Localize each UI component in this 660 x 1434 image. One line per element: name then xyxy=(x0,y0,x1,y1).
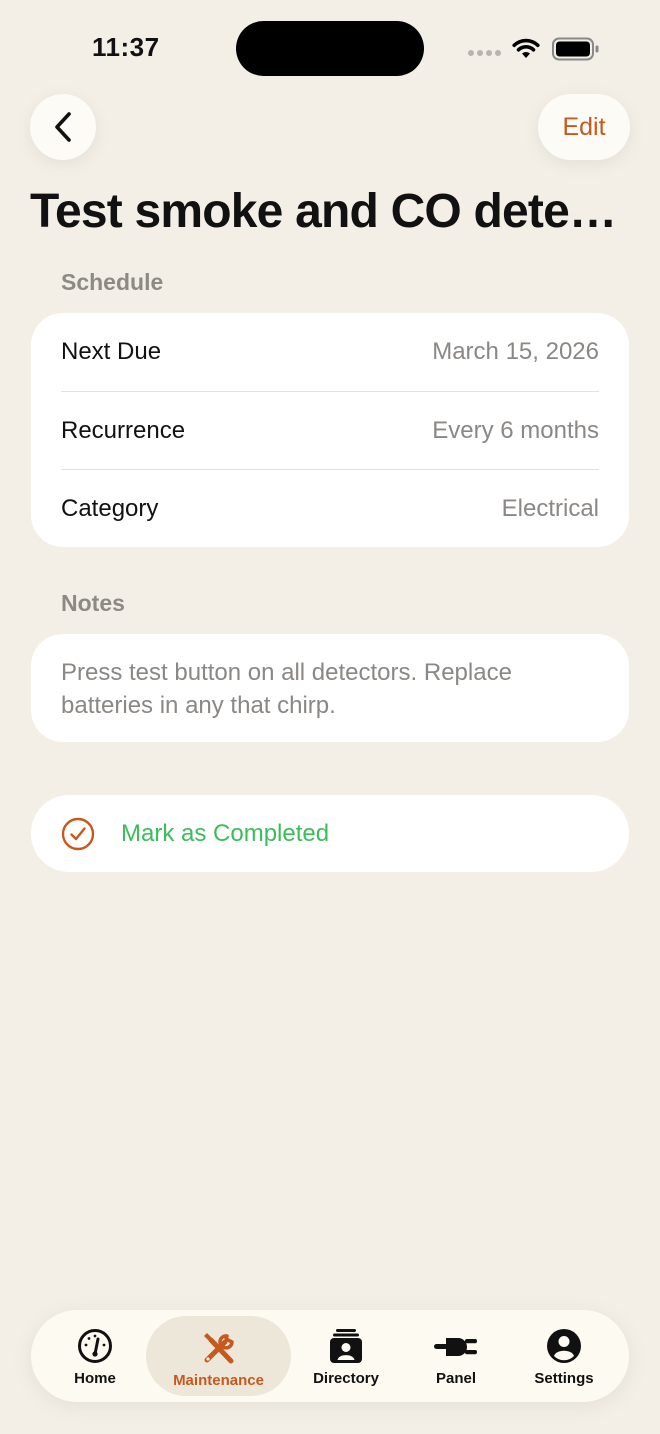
tab-settings[interactable]: Settings xyxy=(517,1316,611,1396)
tab-panel-label: Panel xyxy=(435,1370,477,1387)
mark-completed-button[interactable]: Mark as Completed xyxy=(31,795,629,872)
next-due-label: Next Due xyxy=(61,338,162,365)
notes-text: Press test button on all detectors. Repl… xyxy=(61,659,512,719)
next-due-row: Next Due March 15, 2026 xyxy=(61,313,599,391)
tab-maintenance-label: Maintenance xyxy=(173,1372,264,1389)
recurrence-value: Every 6 months xyxy=(432,416,599,444)
checkmark-circle-icon xyxy=(61,817,95,850)
category-row: Category Electrical xyxy=(61,469,599,547)
battery-icon xyxy=(552,37,599,61)
tab-directory[interactable]: Directory xyxy=(299,1316,393,1396)
person-circle-icon xyxy=(547,1329,581,1363)
tools-icon xyxy=(203,1333,234,1364)
category-label: Category xyxy=(61,494,159,522)
tab-maintenance[interactable]: Maintenance xyxy=(146,1316,291,1396)
schedule-card: Next Due March 15, 2026 Recurrence Every… xyxy=(31,313,629,547)
category-value: Electrical xyxy=(501,494,599,522)
schedule-section-header: Schedule xyxy=(61,269,164,295)
status-time: 11:37 xyxy=(92,32,160,62)
tab-home[interactable]: Home xyxy=(49,1316,141,1396)
notes-section-header: Notes xyxy=(61,590,125,616)
back-button[interactable] xyxy=(30,94,96,160)
maintenance-detail-screen: 11:37 Edit Test smoke and CO dete… Sched… xyxy=(0,0,660,1434)
notes-card: Press test button on all detectors. Repl… xyxy=(31,634,629,742)
page-title: Test smoke and CO dete… xyxy=(30,185,617,238)
cellular-signal-icon xyxy=(468,50,501,56)
tab-directory-label: Directory xyxy=(313,1370,379,1387)
tab-home-label: Home xyxy=(74,1370,116,1387)
dynamic-island xyxy=(236,21,424,76)
plug-icon xyxy=(434,1338,477,1356)
contacts-icon xyxy=(330,1329,362,1363)
chevron-left-icon xyxy=(55,112,71,142)
edit-button[interactable]: Edit xyxy=(538,94,630,160)
next-due-value: March 15, 2026 xyxy=(432,338,599,365)
tab-bar: Home Maintenance Directory Panel Setting… xyxy=(31,1310,629,1402)
mark-completed-label: Mark as Completed xyxy=(121,819,330,847)
gauge-icon xyxy=(78,1329,112,1363)
tab-panel[interactable]: Panel xyxy=(409,1316,503,1396)
status-indicators xyxy=(466,36,602,62)
wifi-icon xyxy=(512,38,540,58)
recurrence-label: Recurrence xyxy=(61,416,186,444)
recurrence-row: Recurrence Every 6 months xyxy=(61,391,599,469)
tab-settings-label: Settings xyxy=(534,1370,594,1387)
